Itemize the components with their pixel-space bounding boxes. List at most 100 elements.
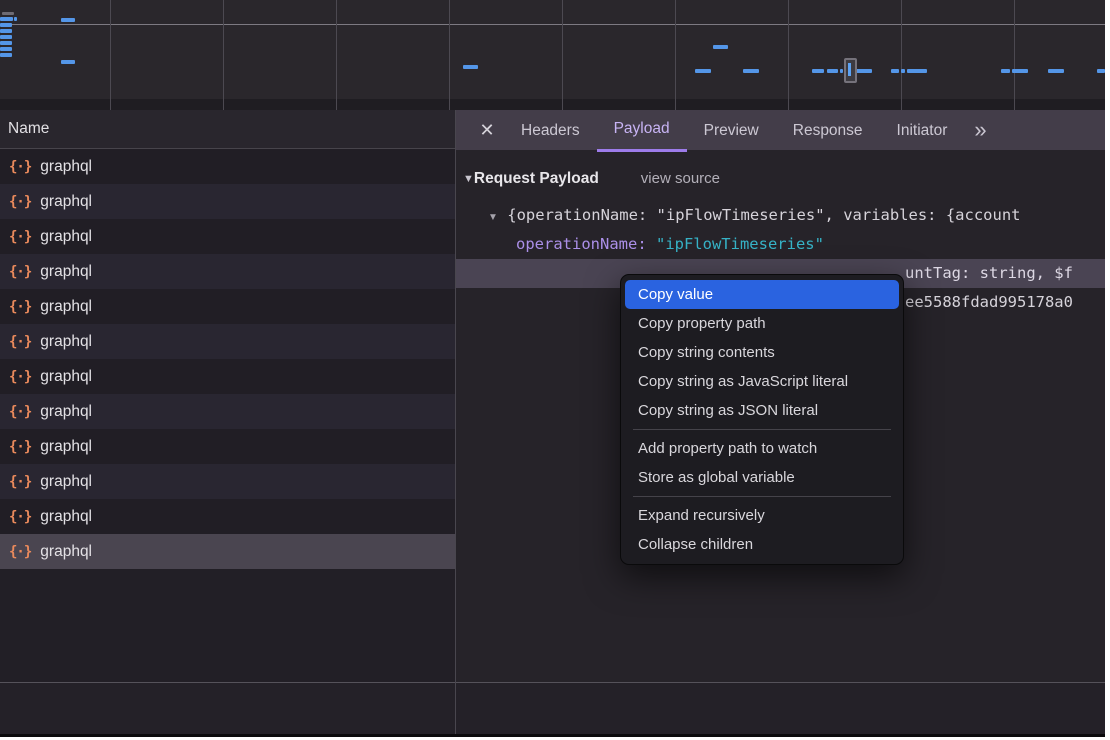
gridline — [562, 0, 563, 110]
json-braces-icon: {·} — [9, 404, 31, 420]
json-braces-icon: {·} — [9, 509, 31, 525]
tab-response[interactable]: Response — [776, 110, 880, 150]
request-name: graphql — [40, 543, 92, 561]
timeline-selection-marker — [844, 58, 857, 83]
timeline-bar — [713, 45, 728, 49]
timeline-bar — [1097, 69, 1105, 73]
timeline-bar — [0, 35, 12, 39]
column-header-label: Name — [8, 120, 49, 137]
menu-item-copy-string-contents[interactable]: Copy string contents — [625, 338, 899, 367]
request-row[interactable]: {·} graphql — [0, 184, 455, 219]
request-row[interactable]: {·} graphql — [0, 499, 455, 534]
timeline-bar — [1048, 69, 1064, 73]
column-header-name[interactable]: Name — [0, 110, 455, 149]
timeline-bar — [827, 69, 838, 73]
menu-item-copy-string-js-literal[interactable]: Copy string as JavaScript literal — [625, 367, 899, 396]
section-title: Request Payload — [474, 170, 599, 187]
request-name: graphql — [40, 228, 92, 246]
request-row[interactable]: {·}graphql — [0, 394, 455, 429]
request-row[interactable]: {·} graphql — [0, 324, 455, 359]
query-text-fragment: untTag: string, $f — [905, 259, 1073, 288]
request-row[interactable]: {·} graphql — [0, 464, 455, 499]
timeline-bar — [0, 47, 12, 51]
json-braces-icon: {·} — [9, 439, 31, 455]
request-name: graphql — [40, 438, 92, 456]
timeline-bar — [907, 69, 927, 73]
overview-bottom-band — [0, 99, 1105, 110]
request-name: graphql — [40, 508, 92, 526]
request-row[interactable]: {·} graphql — [0, 429, 455, 464]
timeline-bar — [1012, 69, 1028, 73]
request-row-selected[interactable]: {·} graphql — [0, 534, 455, 569]
panel-divider[interactable] — [455, 110, 456, 734]
gridline — [449, 0, 450, 110]
preview-text: {operationName: "ipFlowTimeseries", vari… — [507, 206, 1020, 224]
tab-initiator[interactable]: Initiator — [880, 110, 965, 150]
devtools-window: Name {·} graphql {·} graphql {·} graphql {·… — [0, 0, 1105, 737]
request-row[interactable]: {·} graphql — [0, 219, 455, 254]
request-row[interactable]: {·}graphql — [0, 254, 455, 289]
json-braces-icon: {·} — [9, 369, 31, 385]
menu-item-collapse-children[interactable]: Collapse children — [625, 530, 899, 559]
operation-name-row[interactable]: operationName: "ipFlowTimeseries" — [456, 230, 1105, 259]
overview-horizontal-gridline — [0, 24, 1105, 25]
json-braces-icon: {·} — [9, 544, 31, 560]
request-name: graphql — [40, 193, 92, 211]
tab-headers[interactable]: Headers — [504, 110, 597, 150]
json-braces-icon: {·} — [9, 474, 31, 490]
timeline-bar — [0, 41, 12, 45]
timeline-bar — [0, 29, 12, 33]
network-overview-strip[interactable] — [0, 0, 1105, 110]
timeline-bar — [0, 17, 13, 21]
variables-text-fragment: ee5588fdad995178a0 — [905, 288, 1073, 317]
gridline — [788, 0, 789, 110]
request-name: graphql — [40, 473, 92, 491]
menu-item-store-as-global-variable[interactable]: Store as global variable — [625, 463, 899, 492]
request-name: graphql — [40, 333, 92, 351]
timeline-bar — [0, 53, 12, 57]
view-source-link[interactable]: view source — [641, 170, 720, 187]
timeline-bar — [891, 69, 899, 73]
context-menu: Copy value Copy property path Copy strin… — [620, 274, 904, 565]
timeline-bar — [695, 69, 711, 73]
menu-item-add-property-path-to-watch[interactable]: Add property path to watch — [625, 434, 899, 463]
gridline — [675, 0, 676, 110]
payload-preview-line[interactable]: ▼ {operationName: "ipFlowTimeseries", va… — [456, 201, 1105, 230]
more-tabs-icon[interactable]: » — [974, 112, 986, 148]
timeline-bar — [61, 60, 75, 64]
tab-payload[interactable]: Payload — [597, 110, 687, 152]
menu-separator — [633, 429, 891, 430]
request-rows: {·} graphql {·} graphql {·} graphql {·} grap… — [0, 149, 455, 569]
menu-item-copy-string-json-literal[interactable]: Copy string as JSON literal — [625, 396, 899, 425]
gridline — [901, 0, 902, 110]
json-braces-icon: {·} — [9, 264, 31, 280]
request-name: graphql — [40, 158, 92, 176]
expander-triangle-icon[interactable]: ▼ — [488, 212, 498, 223]
json-braces-icon: {·} — [9, 159, 31, 175]
menu-item-copy-value[interactable]: Copy value — [625, 280, 899, 309]
request-row[interactable]: {·}graphql — [0, 289, 455, 324]
property-key: operationName: — [516, 235, 656, 253]
menu-item-copy-property-path[interactable]: Copy property path — [625, 309, 899, 338]
summary-bar — [0, 683, 1105, 734]
timeline-bar — [812, 69, 824, 73]
tab-preview[interactable]: Preview — [687, 110, 776, 150]
json-braces-icon: {·} — [9, 334, 31, 350]
close-icon[interactable]: ✕ — [470, 120, 504, 141]
timeline-bar — [901, 69, 905, 73]
timeline-bar — [2, 12, 14, 15]
timeline-bar — [743, 69, 759, 73]
window-bottom-edge — [0, 734, 1105, 737]
timeline-bar — [840, 69, 843, 73]
request-row[interactable]: {·} graphql — [0, 359, 455, 394]
request-name: graphql — [40, 368, 92, 386]
timeline-bar — [463, 65, 478, 69]
property-value: "ipFlowTimeseries" — [656, 235, 824, 253]
json-braces-icon: {·} — [9, 194, 31, 210]
gridline — [223, 0, 224, 110]
request-payload-section[interactable]: ▼Request Payload view source — [456, 163, 1105, 195]
collapse-triangle-icon[interactable]: ▼ — [463, 173, 474, 185]
menu-item-expand-recursively[interactable]: Expand recursively — [625, 501, 899, 530]
json-braces-icon: {·} — [9, 229, 31, 245]
request-row[interactable]: {·} graphql — [0, 149, 455, 184]
